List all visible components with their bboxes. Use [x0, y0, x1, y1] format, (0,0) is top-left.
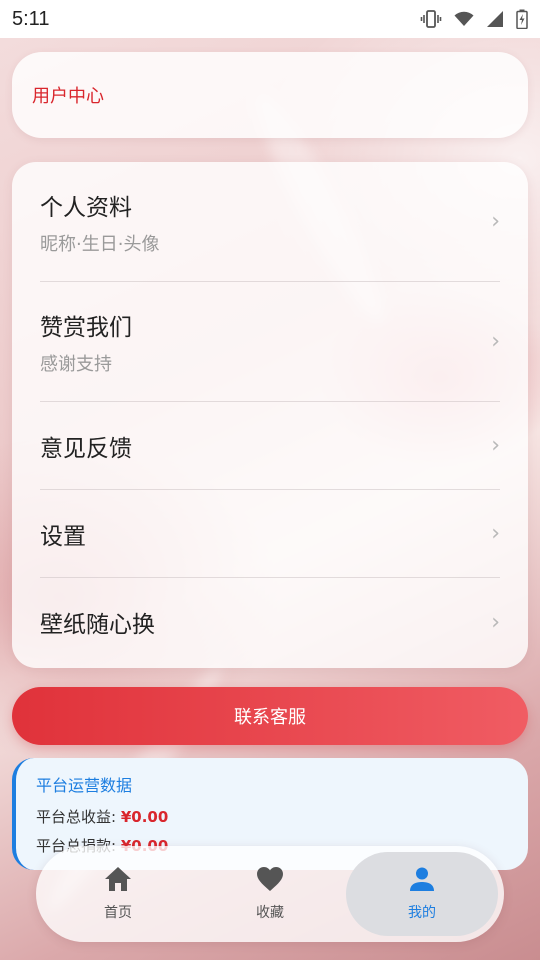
person-icon: [409, 866, 435, 896]
battery-icon: [516, 9, 528, 29]
stats-label: 平台总收益:: [36, 808, 117, 826]
chevron-right-icon: ›: [491, 521, 500, 546]
vibrate-icon: [420, 10, 442, 28]
nav-item-mine[interactable]: 我的: [346, 852, 498, 936]
contact-support-button[interactable]: 联系客服: [12, 687, 528, 745]
menu-card: 个人资料 昵称·生日·头像 › 赞赏我们 感谢支持 › 意见反馈 › 设置 › …: [12, 162, 528, 668]
nav-label: 我的: [408, 905, 436, 921]
bottom-nav: 首页 收藏 我的: [36, 846, 504, 942]
wifi-icon: [454, 11, 474, 27]
nav-item-home[interactable]: 首页: [42, 852, 194, 936]
menu-item-feedback[interactable]: 意见反馈 ›: [40, 402, 500, 490]
chevron-right-icon: ›: [491, 433, 500, 458]
stats-value: ¥0.00: [120, 808, 169, 826]
chevron-right-icon: ›: [491, 329, 500, 354]
stats-title: 平台运营数据: [36, 776, 133, 795]
menu-item-title: 设置: [40, 523, 86, 550]
menu-item-subtitle: 昵称·生日·头像: [40, 233, 160, 255]
menu-item-subtitle: 感谢支持: [40, 353, 112, 375]
nav-item-favorites[interactable]: 收藏: [194, 852, 346, 936]
menu-item-donate[interactable]: 赞赏我们 感谢支持 ›: [40, 282, 500, 402]
page-title: 用户中心: [32, 86, 104, 107]
home-icon: [104, 866, 132, 896]
menu-item-wallpaper[interactable]: 壁纸随心换 ›: [40, 578, 500, 666]
signal-icon: [486, 10, 504, 28]
status-bar: 5:11: [0, 0, 540, 38]
status-time: 5:11: [12, 7, 50, 30]
chevron-right-icon: ›: [491, 609, 500, 635]
nav-label: 首页: [104, 905, 132, 921]
menu-item-title: 意见反馈: [40, 435, 132, 462]
header-card: 用户中心: [12, 52, 528, 138]
menu-item-settings[interactable]: 设置 ›: [40, 490, 500, 578]
menu-texts: 赞赏我们 感谢支持: [40, 308, 132, 376]
menu-item-profile[interactable]: 个人资料 昵称·生日·头像 ›: [40, 162, 500, 282]
heart-icon: [256, 866, 284, 896]
menu-item-title: 壁纸随心换: [40, 612, 155, 638]
menu-item-title: 个人资料: [40, 194, 132, 221]
menu-item-title: 赞赏我们: [40, 314, 132, 341]
chevron-right-icon: ›: [491, 209, 500, 234]
menu-texts: 个人资料 昵称·生日·头像: [40, 188, 159, 256]
stats-row-revenue: 平台总收益: ¥0.00: [36, 806, 508, 827]
status-icons: [420, 9, 528, 29]
nav-label: 收藏: [256, 905, 284, 921]
